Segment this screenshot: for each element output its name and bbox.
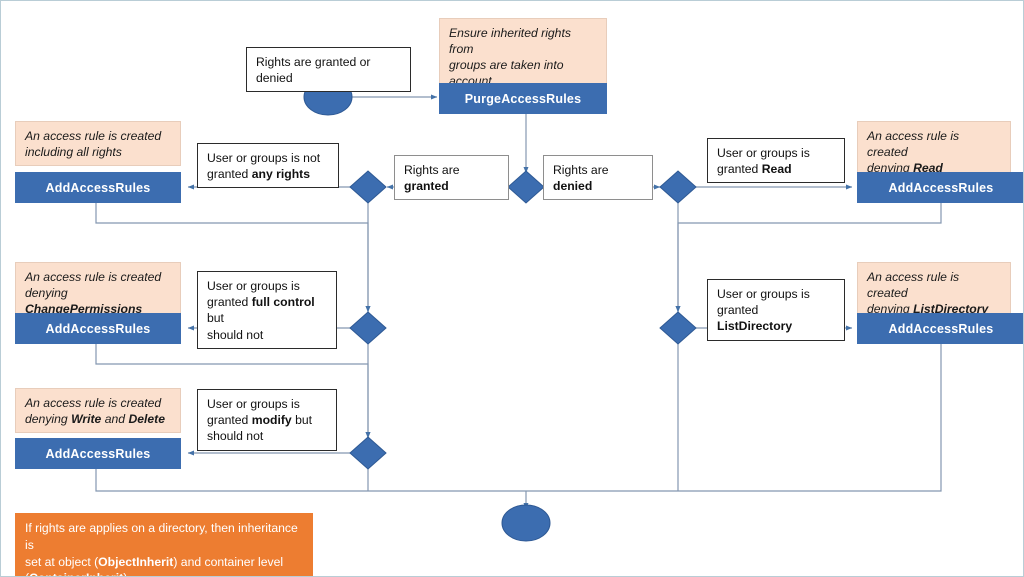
process-purge-label: PurgeAccessRules [464,91,582,106]
process-add-access-rules-deny-read[interactable]: AddAccessRules [857,172,1023,203]
note-list-dir-line-1: An access rule is created [867,270,960,301]
footer-container-inherit-bold: ContainerInherit [29,571,123,576]
full-control-bold: full control [251,295,315,310]
edge-label-granted-read-line-1: User or groups is [717,146,810,160]
edge-label-full-control-line-3: should not [207,327,264,342]
rights-denied-bold: denied [553,179,593,194]
rights-granted-pre: Rights are [404,163,460,177]
edge-label-full-control: User or groups is granted full control b… [197,271,337,349]
note-deny-write-delete: An access rule is created denying Write … [15,388,181,434]
edge-label-modify-line-2: granted modify but [207,412,328,428]
rights-denied-pre: Rights are [553,163,609,177]
edge-label-rights-granted-line: Rights are granted [404,162,500,194]
edge-label-rights-granted: Rights are granted [394,155,509,201]
full-control-post: but [207,311,224,326]
note-delete-bold: Delete [128,412,166,427]
edge-label-modify-line-3: should not [207,429,264,444]
edge-label-granted-read: User or groups is granted Read [707,138,845,184]
process-add-access-rules-all-rights[interactable]: AddAccessRules [15,172,181,203]
note-inheritance-footer: If rights are applies on a directory, th… [15,513,313,576]
decision-left-3 [349,436,387,470]
note-write-delete-mid: and [101,412,129,427]
edge-label-list-directory: User or groups is granted ListDirectory [707,279,845,341]
modify-post: but [291,413,313,428]
process-add-deny-change-permissions-label: AddAccessRules [45,321,151,336]
process-add-deny-list-directory-label: AddAccessRules [888,321,994,336]
note-purge-line-1: Ensure inherited rights from [449,26,571,57]
edge-label-not-any-rights-line-1: User or groups is not [207,151,321,165]
note-all-rights-line-2: including all rights [25,145,122,160]
decision-left-1 [349,170,387,204]
footer-note-line-1: If rights are applies on a directory, th… [25,521,298,552]
process-add-deny-write-delete-label: AddAccessRules [45,446,151,461]
note-all-rights-line-1: An access rule is created [25,129,162,143]
flowchart-canvas: Rights are granted or denied Ensure inhe… [0,0,1024,577]
granted-read-bold: Read [761,162,792,177]
end-node [501,504,551,542]
edge-label-rights-denied: Rights are denied [543,155,653,201]
note-write-delete-pre: denying [25,412,72,427]
process-add-access-rules-deny-list-directory[interactable]: AddAccessRules [857,313,1023,344]
not-any-rights-pre: granted [207,167,252,182]
modify-bold: modify [251,413,292,428]
edge-label-modify: User or groups is granted modify but sho… [197,389,337,451]
edge-label-full-control-line-1: User or groups is [207,279,300,293]
footer-line2-pre: set at object ( [25,554,99,569]
start-label-text: Rights are granted or denied [256,55,371,86]
list-directory-bold: ListDirectory [717,319,793,334]
note-change-perm-line-1: An access rule is created [25,270,162,284]
decision-right-1 [659,170,697,204]
decision-left-2 [349,311,387,345]
note-change-perm-pre: denying [25,286,68,301]
edge-label-granted-read-line-2: granted Read [717,161,836,177]
full-control-pre: granted [207,295,252,310]
start-label-note: Rights are granted or denied [246,47,411,93]
footer-line3-post: ) [123,571,127,576]
decision-right-2 [659,311,697,345]
note-deny-read-line-1: An access rule is created [867,129,960,160]
edge-label-rights-denied-line: Rights are denied [553,162,644,194]
footer-line2-post: ) and container level [173,554,284,569]
process-add-access-rules-deny-write-delete[interactable]: AddAccessRules [15,438,181,469]
note-write-bold: Write [71,412,102,427]
edge-label-not-any-rights-line-2: granted any rights [207,166,330,182]
rights-granted-bold: granted [404,179,449,194]
note-all-rights: An access rule is created including all … [15,121,181,167]
edge-label-list-directory-line-2: granted ListDirectory [717,302,836,334]
decision-top [507,170,545,204]
note-purge-line-2: groups are taken into [449,58,564,73]
edge-label-modify-line-1: User or groups is [207,397,300,411]
edge-label-not-any-rights: User or groups is not granted any rights [197,143,339,189]
process-add-access-rules-deny-change-permissions[interactable]: AddAccessRules [15,313,181,344]
not-any-rights-bold: any rights [251,167,310,182]
note-write-delete-line-1: An access rule is created [25,396,162,410]
modify-pre: granted [207,413,252,428]
process-purge-access-rules[interactable]: PurgeAccessRules [439,83,607,114]
process-add-all-rights-label: AddAccessRules [45,180,151,195]
note-write-delete-line-2: denying Write and Delete [25,411,172,427]
footer-object-inherit-bold: ObjectInherit [98,554,174,569]
list-directory-pre: granted [717,303,759,318]
edge-label-full-control-line-2: granted full control but [207,294,328,326]
edge-label-list-directory-line-1: User or groups is [717,287,810,301]
footer-note-line-3: (ContainerInherit) [25,570,304,576]
granted-read-pre: granted [717,162,762,177]
process-add-deny-read-label: AddAccessRules [888,180,994,195]
footer-note-line-2: set at object (ObjectInherit) and contai… [25,554,304,571]
